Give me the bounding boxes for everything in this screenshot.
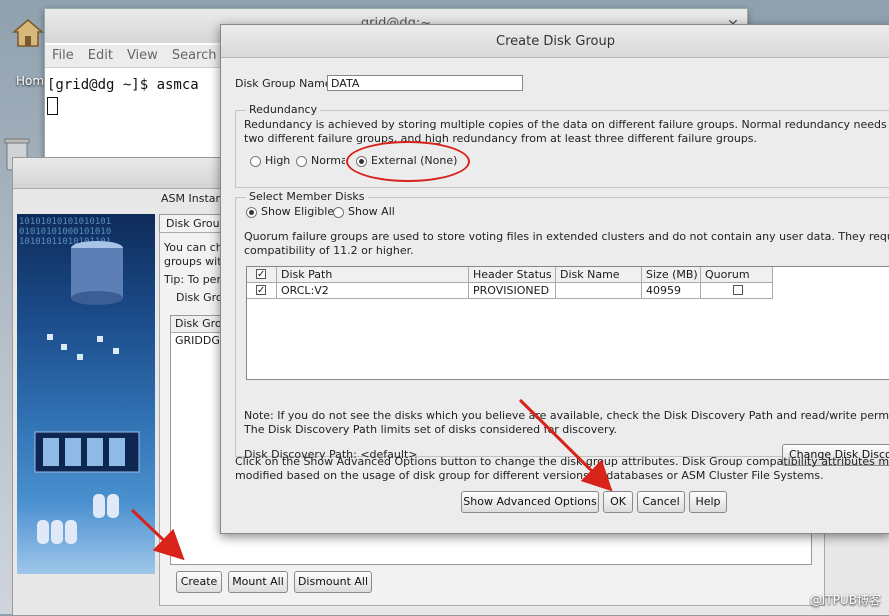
arrow-to-create — [130, 508, 185, 561]
arrow-to-ok — [518, 398, 613, 492]
watermark: @ITPUB博客 — [809, 593, 881, 607]
annotation-arrows — [130, 398, 613, 561]
